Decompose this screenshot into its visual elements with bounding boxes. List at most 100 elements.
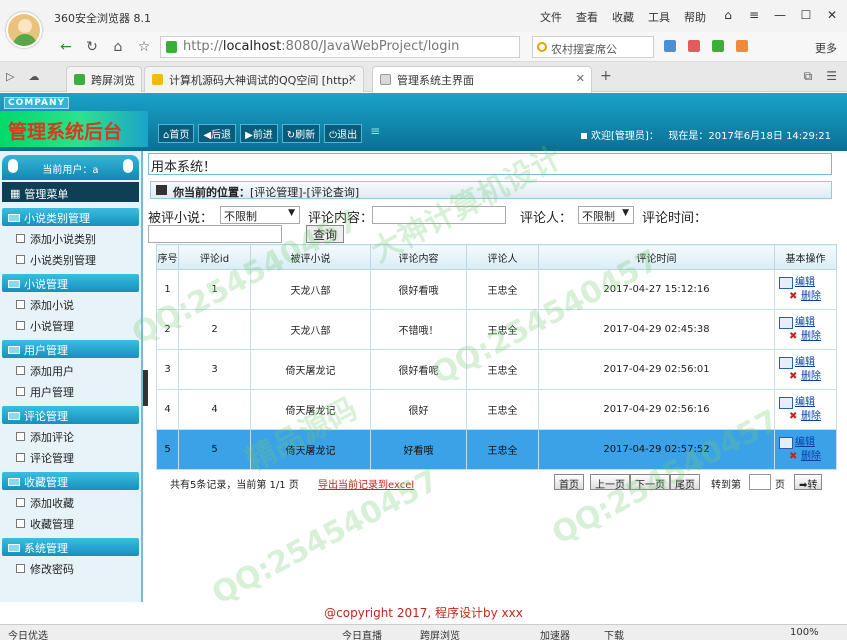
menu-icon[interactable]: ≡ [366, 124, 384, 143]
delete-icon[interactable]: ✖ [789, 370, 799, 384]
status-download[interactable]: 下载 [604, 627, 624, 640]
nav-forward-button[interactable]: ▶前进 [240, 124, 278, 143]
sidebar-item-user-manage[interactable]: 用户管理 [2, 379, 139, 400]
menu-tools[interactable]: 工具 [648, 9, 670, 25]
menu-favorites[interactable]: 收藏 [612, 9, 634, 25]
maximize-icon[interactable]: ☐ [795, 6, 817, 24]
sidebar-group-header[interactable]: 小说管理 [2, 274, 139, 292]
tab-cross-screen[interactable]: 跨屏浏览 [66, 66, 142, 92]
menu-help[interactable]: 帮助 [684, 9, 706, 25]
refresh-icon[interactable]: ↻ [82, 37, 102, 57]
pin-icon[interactable]: ⌂ [717, 6, 739, 24]
delete-icon[interactable]: ✖ [789, 450, 799, 464]
table-row[interactable]: 1 1 天龙八部 很好看哦 王忠全 2017-04-27 15:12:16 编辑… [156, 269, 837, 310]
first-page-button[interactable]: 首页 [554, 474, 584, 491]
edit-icon[interactable] [779, 396, 793, 409]
status-cross-screen[interactable]: 跨屏浏览 [420, 627, 460, 640]
tab-admin-main[interactable]: 管理系统主界面 ✕ [372, 66, 592, 93]
edit-link[interactable]: 编辑 [795, 396, 815, 410]
edit-icon[interactable] [779, 316, 793, 329]
minimize-icon[interactable]: — [769, 6, 791, 24]
last-page-button[interactable]: 尾页 [670, 474, 700, 491]
table-row[interactable]: 4 4 倚天屠龙记 很好 王忠全 2017-04-29 02:56:16 编辑 … [156, 389, 837, 430]
user-filter-select[interactable]: 不限制 ▼ [578, 206, 634, 224]
edit-icon[interactable] [779, 356, 793, 369]
edit-link[interactable]: 编辑 [795, 276, 815, 290]
table-row-selected[interactable]: 5 5 倚天屠龙记 好看哦 王忠全 2017-04-29 02:57:52 编辑… [156, 429, 837, 470]
sidebar-group-comment: 评论管理 添加评论 评论管理 [2, 406, 139, 466]
sidebar-group-header[interactable]: 评论管理 [2, 406, 139, 424]
next-page-button[interactable]: 下一页 [630, 474, 670, 491]
status-live[interactable]: 今日直播 [342, 627, 382, 640]
content-filter-input[interactable] [372, 206, 506, 224]
shield-icon[interactable] [712, 40, 724, 52]
table-row[interactable]: 2 2 天龙八部 不错哦！ 王忠全 2017-04-29 02:45:38 编辑… [156, 309, 837, 350]
novel-filter-select[interactable]: 不限制 ▼ [220, 206, 300, 224]
delete-link[interactable]: 删除 [801, 410, 821, 424]
delete-icon[interactable]: ✖ [789, 330, 799, 344]
sidebar-toggle-icon[interactable]: ▷ [6, 70, 14, 83]
home-icon[interactable]: ⌂ [108, 37, 128, 57]
sidebar-item-comment-manage[interactable]: 评论管理 [2, 445, 139, 466]
menu-view[interactable]: 查看 [576, 9, 598, 25]
sidebar-item-change-password[interactable]: 修改密码 [2, 556, 139, 577]
nav-refresh-button[interactable]: ↻刷新 [281, 124, 321, 143]
app-icon[interactable] [688, 40, 700, 52]
close-tab-icon[interactable]: ✕ [576, 72, 585, 85]
history-icon[interactable]: ☰ [826, 69, 837, 84]
url-input[interactable]: http://localhost:8080/JavaWebProject/log… [160, 36, 520, 58]
translate-icon[interactable] [736, 40, 748, 52]
status-today-pick[interactable]: 今日优选 [8, 627, 48, 640]
sidebar-group-header[interactable]: 系统管理 [2, 538, 139, 556]
sidebar-item-add-novel[interactable]: 添加小说 [2, 292, 139, 313]
sidebar-item-add-comment[interactable]: 添加评论 [2, 424, 139, 445]
skin-icon[interactable]: ≡ [743, 6, 765, 24]
menu-file[interactable]: 文件 [540, 9, 562, 25]
sidebar-item-add-user[interactable]: 添加用户 [2, 358, 139, 379]
nav-back-button[interactable]: ◀后退 [198, 124, 237, 143]
sidebar-group-header[interactable]: 收藏管理 [2, 472, 139, 490]
user-avatar-icon[interactable] [6, 12, 42, 48]
sidebar-group-header[interactable]: 用户管理 [2, 340, 139, 358]
delete-link[interactable]: 删除 [801, 330, 821, 344]
edit-icon[interactable] [779, 436, 793, 449]
edit-icon[interactable] [779, 276, 793, 289]
back-icon[interactable]: ← [56, 37, 76, 57]
sidebar-item-novel-manage[interactable]: 小说管理 [2, 313, 139, 334]
extension-icon[interactable] [664, 40, 676, 52]
zoom-level[interactable]: 100% [790, 627, 819, 638]
delete-link[interactable]: 删除 [801, 290, 821, 304]
edit-link[interactable]: 编辑 [795, 356, 815, 370]
query-button[interactable]: 查询 [306, 225, 345, 243]
page-number-input[interactable] [749, 474, 771, 490]
more-menu[interactable]: 更多 [815, 40, 837, 56]
tab-qq-space[interactable]: 计算机源码大神调试的QQ空间 [http: ✕ [144, 66, 364, 92]
delete-link[interactable]: 删除 [801, 370, 821, 384]
table-row[interactable]: 3 3 倚天屠龙记 很好看呢 王忠全 2017-04-29 02:56:01 编… [156, 349, 837, 390]
delete-link[interactable]: 删除 [801, 450, 821, 464]
edit-link[interactable]: 编辑 [795, 436, 815, 450]
edit-link[interactable]: 编辑 [795, 316, 815, 330]
sidebar-item-novel-category-manage[interactable]: 小说类别管理 [2, 247, 139, 268]
cloud-icon[interactable]: ☁ [28, 70, 39, 83]
sidebar-group-header[interactable]: 小说类别管理 [2, 208, 139, 226]
delete-icon[interactable]: ✖ [789, 290, 799, 304]
nav-logout-button[interactable]: ⏻退出 [324, 124, 363, 143]
sidebar-item-add-novel-category[interactable]: 添加小说类别 [2, 226, 139, 247]
tab-bar-right: ⧉ ☰ [804, 69, 837, 84]
sidebar-item-add-favorite[interactable]: 添加收藏 [2, 490, 139, 511]
new-tab-icon[interactable]: + [600, 68, 612, 84]
time-filter-input[interactable] [148, 225, 282, 243]
close-icon[interactable]: ✕ [821, 6, 843, 24]
restore-tab-icon[interactable]: ⧉ [804, 69, 813, 84]
search-input[interactable]: 农村摆宴席公 [532, 36, 654, 58]
delete-icon[interactable]: ✖ [789, 410, 799, 424]
go-button[interactable]: ➡转 [794, 474, 823, 491]
star-icon[interactable]: ☆ [134, 37, 154, 57]
export-excel-link[interactable]: 导出当前记录到excel [318, 476, 414, 491]
sidebar-item-favorite-manage[interactable]: 收藏管理 [2, 511, 139, 532]
prev-page-button[interactable]: 上一页 [590, 474, 630, 491]
close-tab-icon[interactable]: ✕ [348, 72, 357, 85]
status-accelerator[interactable]: 加速器 [540, 627, 570, 640]
nav-home-button[interactable]: ⌂首页 [158, 124, 195, 143]
